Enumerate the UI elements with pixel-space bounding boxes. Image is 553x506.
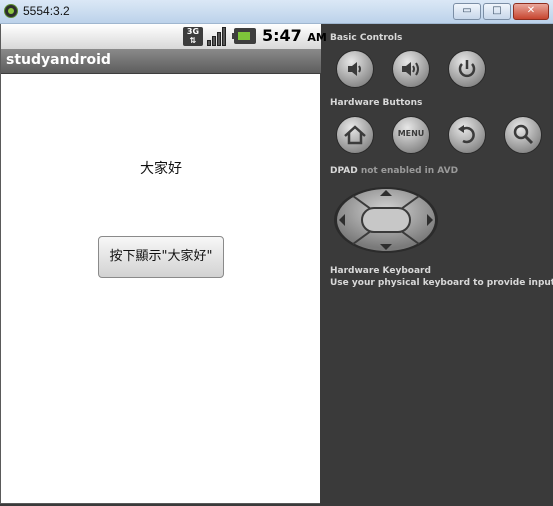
search-icon xyxy=(513,124,534,145)
hardware-keyboard-label: Hardware Keyboard xyxy=(330,266,431,276)
network-3g-icon: 3G ⇅ xyxy=(183,27,203,46)
app-title: studyandroid xyxy=(6,52,111,68)
network-label: 3G xyxy=(186,27,200,36)
phone-screen: 3G ⇅ 5:47 AM studyandroid 大家好 按下顯示"大家好" xyxy=(0,24,327,504)
emulator-app-icon xyxy=(4,4,18,18)
search-button[interactable] xyxy=(504,116,542,154)
status-bar: 3G ⇅ 5:47 AM xyxy=(1,24,327,49)
show-greeting-button[interactable]: 按下顯示"大家好" xyxy=(98,236,224,278)
keyboard-hint: Use your physical keyboard to provide in… xyxy=(330,278,553,288)
close-button[interactable]: ✕ xyxy=(513,3,549,20)
maximize-button[interactable]: □ xyxy=(483,3,511,20)
dpad xyxy=(333,186,439,254)
dpad-status: not enabled in AVD xyxy=(357,166,459,176)
minimize-button[interactable]: ▭ xyxy=(453,3,481,20)
battery-icon xyxy=(232,28,256,44)
power-icon xyxy=(458,60,476,78)
status-time: 5:47 AM xyxy=(262,26,327,45)
app-title-bar: studyandroid xyxy=(1,49,321,74)
greeting-text: 大家好 xyxy=(140,161,182,177)
dpad-label: DPAD not enabled in AVD xyxy=(330,166,458,176)
dpad-center-button[interactable] xyxy=(361,207,411,233)
window-titlebar: 5554:3.2 ▭ □ ✕ xyxy=(0,0,553,24)
dpad-title: DPAD xyxy=(330,166,358,176)
back-icon xyxy=(458,125,475,144)
volume-down-button[interactable] xyxy=(336,50,374,88)
menu-button[interactable]: MENU xyxy=(392,116,430,154)
basic-controls-label: Basic Controls xyxy=(330,33,403,43)
clock-time: 5:47 xyxy=(262,26,302,45)
home-button[interactable] xyxy=(336,116,374,154)
hardware-buttons-label: Hardware Buttons xyxy=(330,98,423,108)
signal-icon xyxy=(207,27,229,46)
menu-button-label: MENU xyxy=(397,129,425,138)
clock-ampm: AM xyxy=(307,31,327,44)
volume-up-button[interactable] xyxy=(392,50,430,88)
volume-down-icon xyxy=(348,62,361,76)
back-button[interactable] xyxy=(448,116,486,154)
volume-up-icon xyxy=(402,62,419,76)
home-icon xyxy=(344,125,366,145)
power-button[interactable] xyxy=(448,50,486,88)
emulator-frame: 3G ⇅ 5:47 AM studyandroid 大家好 按下顯示"大家好" B… xyxy=(0,24,553,506)
window-title: 5554:3.2 xyxy=(23,4,70,18)
